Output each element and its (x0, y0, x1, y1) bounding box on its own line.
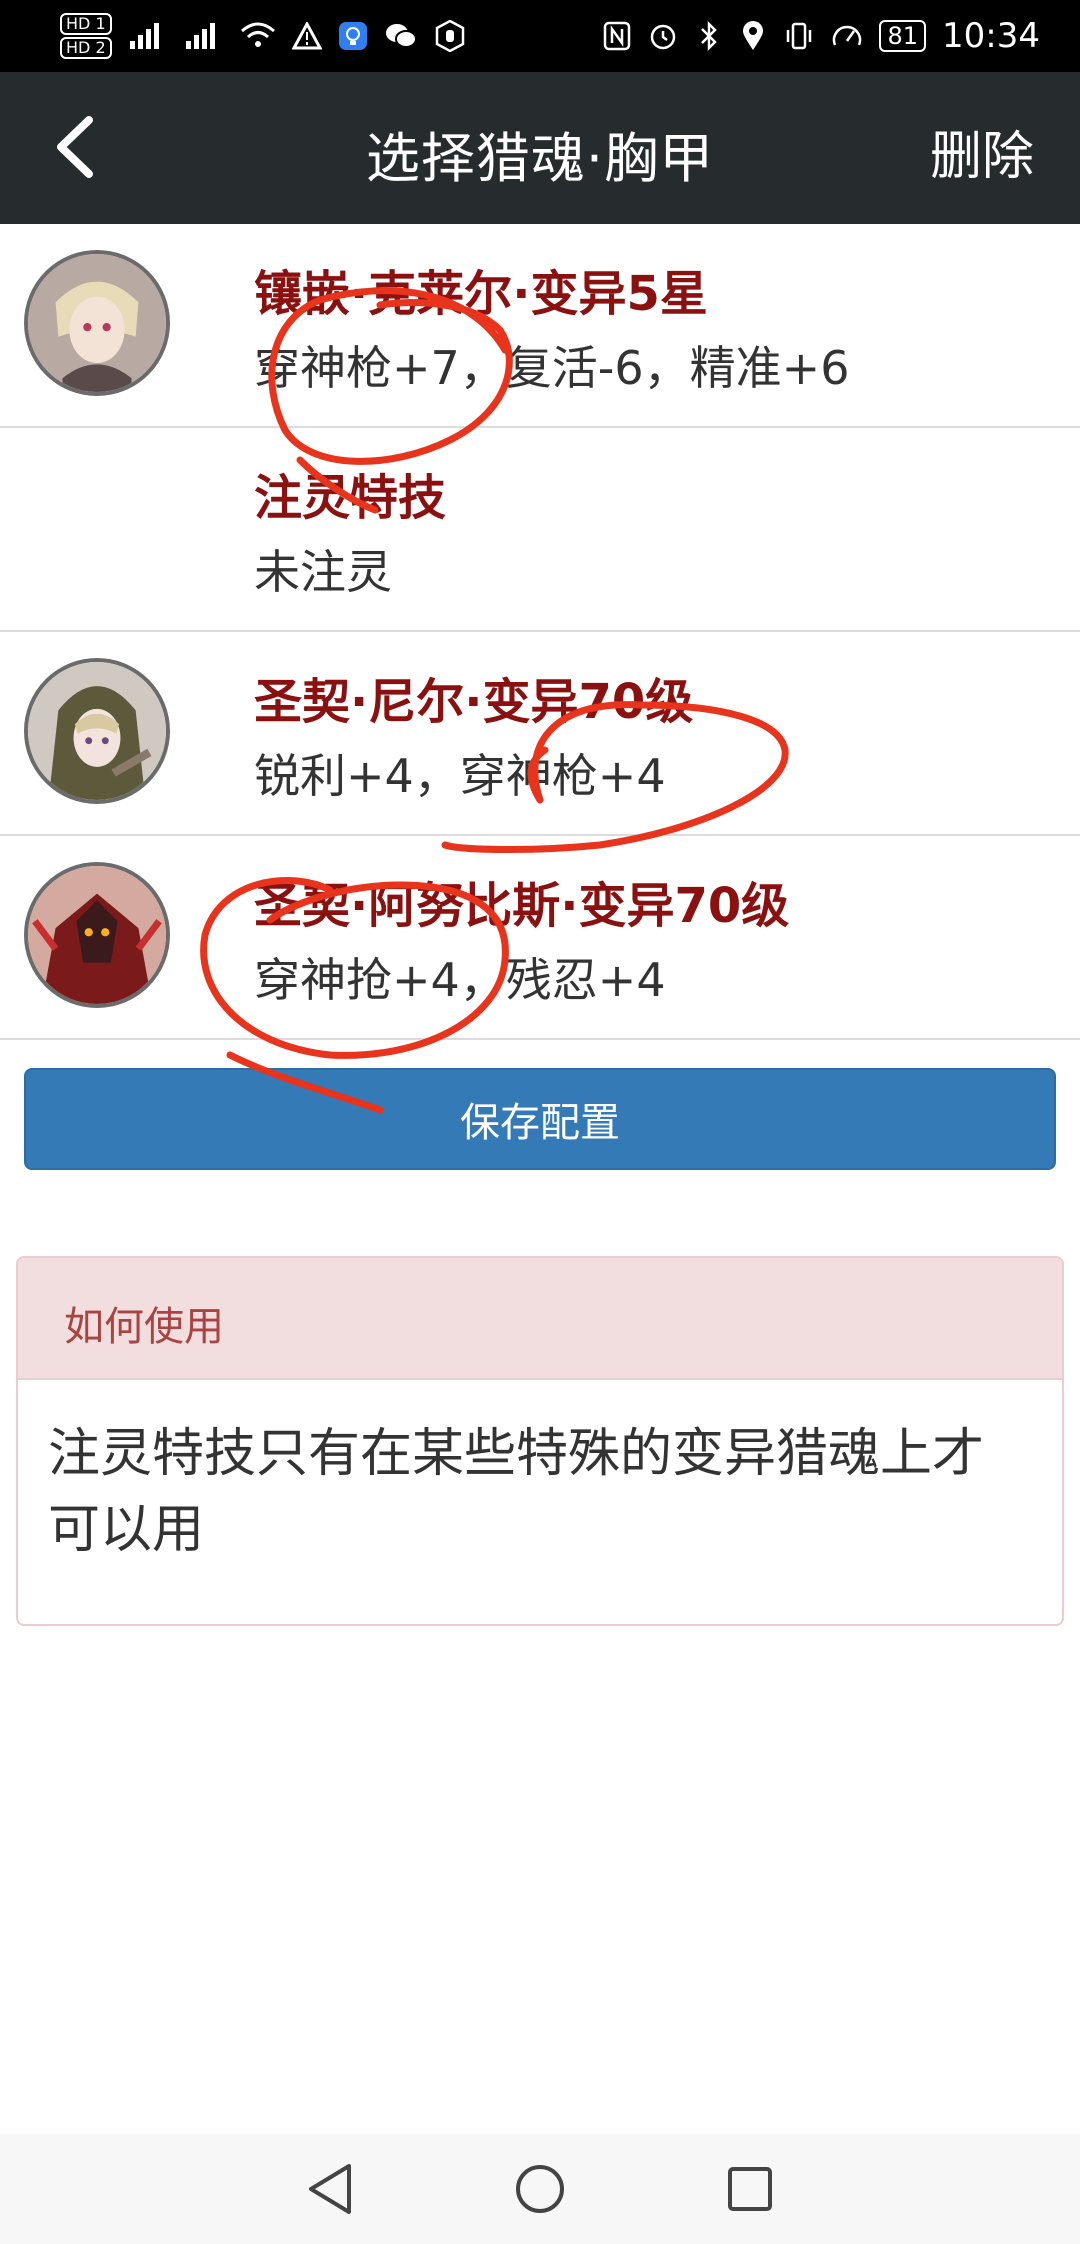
list-item[interactable]: 注灵特技 未注灵 (0, 428, 1080, 632)
signal-icon (128, 18, 168, 54)
triangle-back-icon (309, 2164, 351, 2214)
hd2-label: HD 2 (60, 37, 112, 59)
back-nav-button[interactable] (300, 2159, 360, 2219)
avatar (24, 250, 170, 396)
status-left: HD 1 HD 2 (60, 13, 466, 59)
status-bar: HD 1 HD 2 81 10:34 (0, 0, 1080, 72)
wechat-icon (384, 18, 418, 54)
item-title: 圣契·尼尔·变异70级 (254, 674, 694, 730)
item-stats: 穿神抢+4，残忍+4 (254, 953, 666, 1007)
item-stats: 未注灵 (254, 545, 392, 599)
system-nav-bar (0, 2134, 1080, 2244)
signal-icon (184, 18, 224, 54)
status-right: 81 10:34 (603, 16, 1040, 56)
soul-list: 镶嵌·克莱尔·变异5星 穿神枪+7，复活-6，精准+6 注灵特技 未注灵 圣契·… (0, 224, 1080, 1040)
wifi-icon (240, 18, 276, 54)
item-title: 圣契·阿努比斯·变异70级 (254, 878, 790, 934)
bluetooth-icon (695, 18, 723, 54)
avatar (24, 658, 170, 804)
circle-home-icon (516, 2165, 564, 2213)
item-title: 注灵特技 (254, 470, 447, 526)
warning-icon (291, 18, 322, 54)
hand-app-icon (434, 18, 466, 54)
hd-icon: HD 1 HD 2 (60, 13, 112, 59)
speed-icon (831, 18, 863, 54)
page-title: 选择猎魂·胸甲 (365, 127, 715, 190)
battery-icon: 81 (879, 20, 927, 52)
item-title: 镶嵌·克莱尔·变异5星 (254, 266, 708, 322)
delete-button[interactable]: 删除 (930, 114, 1034, 189)
list-item[interactable]: 圣契·尼尔·变异70级 锐利+4，穿神枪+4 (0, 632, 1080, 836)
alarm-icon (647, 18, 679, 54)
avatar (24, 862, 170, 1008)
list-item[interactable]: 镶嵌·克莱尔·变异5星 穿神枪+7，复活-6，精准+6 (0, 224, 1080, 428)
help-panel-heading: 如何使用 (18, 1258, 1062, 1380)
bulb-app-icon (338, 18, 368, 54)
top-nav-bar: 选择猎魂·胸甲 删除 (0, 72, 1080, 224)
recents-nav-button[interactable] (720, 2159, 780, 2219)
nfc-icon (603, 18, 631, 54)
save-config-button[interactable]: 保存配置 (24, 1068, 1056, 1170)
help-panel: 如何使用 注灵特技只有在某些特殊的变异猎魂上才可以用 (16, 1256, 1064, 1626)
item-stats: 锐利+4，穿神枪+4 (254, 749, 666, 803)
location-icon (739, 18, 767, 54)
square-recents-icon (728, 2167, 772, 2211)
item-stats: 穿神枪+7，复活-6，精准+6 (254, 341, 850, 395)
list-item[interactable]: 圣契·阿努比斯·变异70级 穿神抢+4，残忍+4 (0, 836, 1080, 1040)
clock: 10:34 (942, 16, 1040, 56)
home-nav-button[interactable] (510, 2159, 570, 2219)
help-panel-body: 注灵特技只有在某些特殊的变异猎魂上才可以用 (48, 1424, 985, 1560)
vibrate-icon (783, 18, 815, 54)
hd1-label: HD 1 (60, 13, 112, 35)
